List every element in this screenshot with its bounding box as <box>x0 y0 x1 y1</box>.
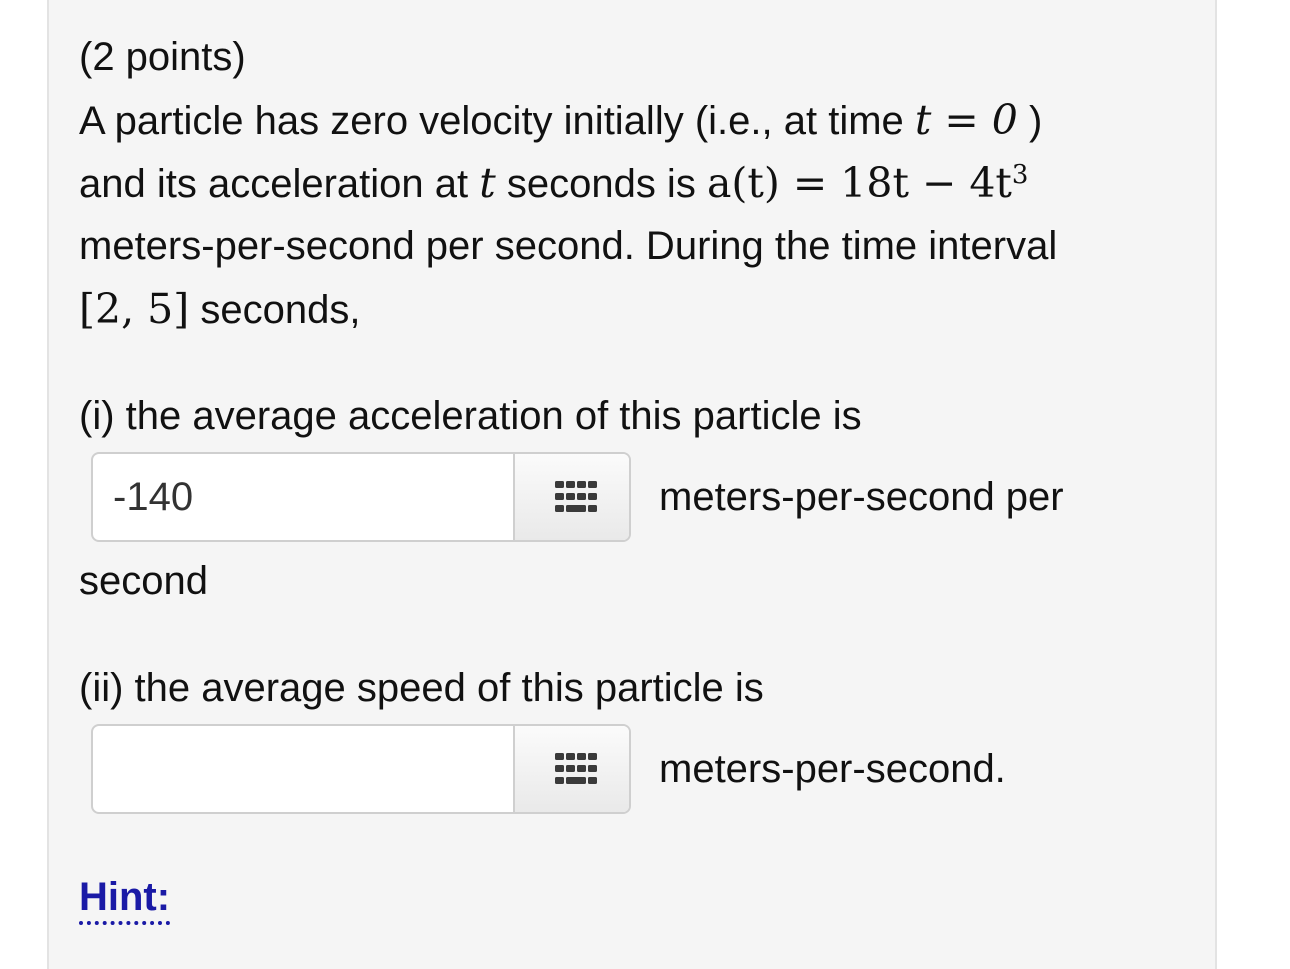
part-i-answer-input[interactable] <box>93 454 513 540</box>
math-expression: t = 0 <box>914 96 1018 144</box>
part-i-unit-wrap: second <box>79 559 208 603</box>
problem-line-2: and its acceleration at t seconds is a(t… <box>79 152 1179 215</box>
part-ii-answer-input[interactable] <box>93 726 513 812</box>
problem-text: seconds is <box>495 162 707 206</box>
problem-panel: (2 points) A particle has zero velocity … <box>47 0 1217 969</box>
part-ii-answer-box <box>91 724 631 814</box>
problem-line-4: [2, 5] seconds, <box>79 278 1179 341</box>
hint-link[interactable]: Hint: <box>79 873 171 925</box>
points-label: (2 points) <box>79 35 246 79</box>
keyboard-grid-icon <box>555 481 597 512</box>
problem-text: and its acceleration at <box>79 162 480 206</box>
part-i-answer-box <box>91 452 631 542</box>
math-expression: a(t) = 18t − 4t3 <box>706 159 1029 207</box>
part-ii-keyboard-button[interactable] <box>513 726 629 812</box>
part-i-answer-row: meters-per-second per <box>79 452 1179 548</box>
math-interval: [2, 5] <box>79 285 190 333</box>
part-ii-prompt: (ii) the average speed of this particle … <box>79 666 764 710</box>
problem-text: seconds, <box>189 288 361 332</box>
problem-text: A particle has zero velocity initially (… <box>79 99 915 143</box>
problem-text: ) <box>1017 99 1043 143</box>
part-i-prompt: (i) the average acceleration of this par… <box>79 394 862 438</box>
problem-line-3: meters-per-second per second. During the… <box>79 224 1058 268</box>
part-i-unit: meters-per-second per <box>659 475 1064 519</box>
hint-row: Hint: <box>79 866 1179 929</box>
problem-line-1: A particle has zero velocity initially (… <box>79 89 1179 152</box>
part-i-keyboard-button[interactable] <box>513 454 629 540</box>
part-ii-unit: meters-per-second. <box>659 747 1006 791</box>
part-ii-answer-row: meters-per-second. <box>79 724 1179 820</box>
keyboard-grid-icon <box>555 753 597 784</box>
math-variable: t <box>479 159 496 207</box>
problem-content: (2 points) A particle has zero velocity … <box>79 26 1179 929</box>
